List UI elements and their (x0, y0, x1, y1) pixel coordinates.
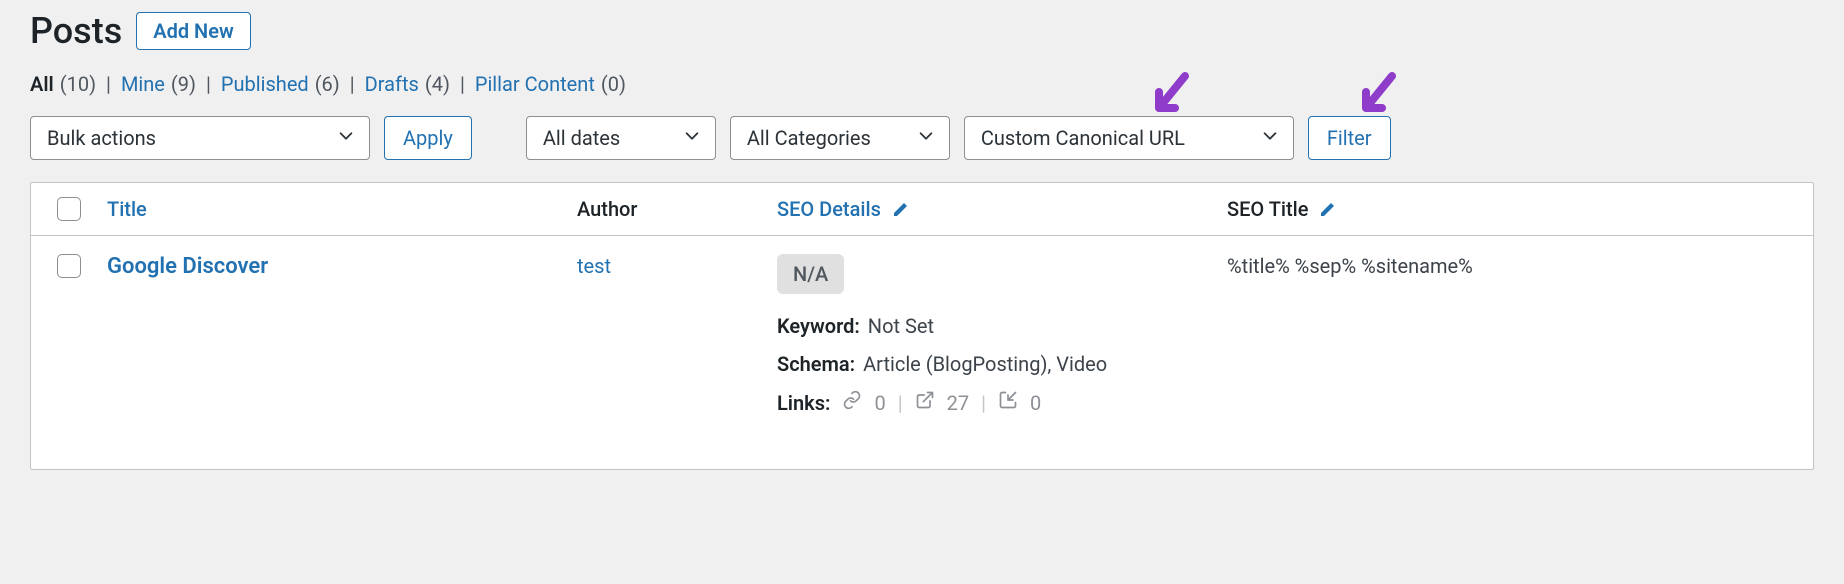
seo-title-value: %title% %sep% %sitename% (1227, 254, 1473, 278)
filter-button[interactable]: Filter (1308, 116, 1391, 160)
links-label: Links: (777, 391, 830, 415)
links-internal-count: 0 (874, 391, 885, 415)
chevron-down-icon (683, 126, 701, 150)
seo-filter-select[interactable]: Custom Canonical URL (964, 116, 1294, 160)
seo-filter-label: Custom Canonical URL (981, 126, 1185, 150)
filter-drafts[interactable]: Drafts (365, 72, 419, 96)
filter-mine[interactable]: Mine (121, 72, 165, 96)
page-title: Posts (30, 10, 122, 52)
table-header: Title Author SEO Details SEO Title (31, 183, 1813, 236)
filter-pillar[interactable]: Pillar Content (475, 72, 595, 96)
separator: | (981, 391, 986, 415)
row-checkbox[interactable] (57, 254, 81, 278)
header-title[interactable]: Title (107, 197, 147, 221)
chevron-down-icon (917, 126, 935, 150)
header-seo-details[interactable]: SEO Details (777, 197, 881, 221)
bulk-actions-select[interactable]: Bulk actions (30, 116, 370, 160)
filter-published-count: (6) (315, 72, 340, 96)
filter-pillar-count: (0) (601, 72, 626, 96)
separator: | (898, 391, 903, 415)
header-author: Author (577, 197, 637, 221)
links-external-count: 27 (947, 391, 969, 415)
posts-table: Title Author SEO Details SEO Title Googl… (30, 182, 1814, 470)
external-link-icon (915, 390, 935, 415)
filter-mine-count: (9) (171, 72, 196, 96)
links-incoming-count: 0 (1030, 391, 1041, 415)
keyword-label: Keyword: (777, 314, 860, 338)
post-title-link[interactable]: Google Discover (107, 254, 268, 279)
chevron-down-icon (1261, 126, 1279, 150)
add-new-button[interactable]: Add New (136, 12, 251, 50)
toolbar: Bulk actions Apply All dates All Categor… (30, 116, 1814, 160)
categories-select[interactable]: All Categories (730, 116, 950, 160)
table-row: Google Discover test N/A Keyword: Not Se… (31, 236, 1813, 469)
pencil-icon[interactable] (891, 199, 911, 219)
seo-links-row: Links: 0 | 27 | 0 (777, 390, 1207, 415)
keyword-value: Not Set (868, 314, 934, 338)
link-icon (842, 390, 862, 415)
separator: | (346, 72, 359, 96)
filter-all-count: (10) (60, 72, 96, 96)
post-status-filters: All (10) | Mine (9) | Published (6) | Dr… (30, 72, 1814, 96)
dates-select[interactable]: All dates (526, 116, 716, 160)
incoming-link-icon (998, 390, 1018, 415)
schema-value: Article (BlogPosting), Video (863, 352, 1107, 376)
dates-label: All dates (543, 126, 620, 150)
pencil-icon[interactable] (1318, 199, 1338, 219)
categories-label: All Categories (747, 126, 871, 150)
annotation-arrow-icon (1145, 72, 1191, 118)
apply-button[interactable]: Apply (384, 116, 472, 160)
separator: | (202, 72, 215, 96)
separator: | (102, 72, 115, 96)
header-seo-title: SEO Title (1227, 197, 1308, 221)
filter-published[interactable]: Published (221, 72, 309, 96)
filter-drafts-count: (4) (425, 72, 450, 96)
seo-schema-row: Schema: Article (BlogPosting), Video (777, 352, 1207, 376)
annotation-arrow-icon (1352, 72, 1398, 118)
bulk-actions-label: Bulk actions (47, 126, 156, 150)
filter-all[interactable]: All (30, 72, 54, 96)
chevron-down-icon (337, 126, 355, 150)
schema-label: Schema: (777, 352, 855, 376)
author-link[interactable]: test (577, 254, 611, 278)
seo-score-badge: N/A (777, 254, 844, 294)
seo-keyword-row: Keyword: Not Set (777, 314, 1207, 338)
select-all-checkbox[interactable] (57, 197, 81, 221)
separator: | (456, 72, 469, 96)
